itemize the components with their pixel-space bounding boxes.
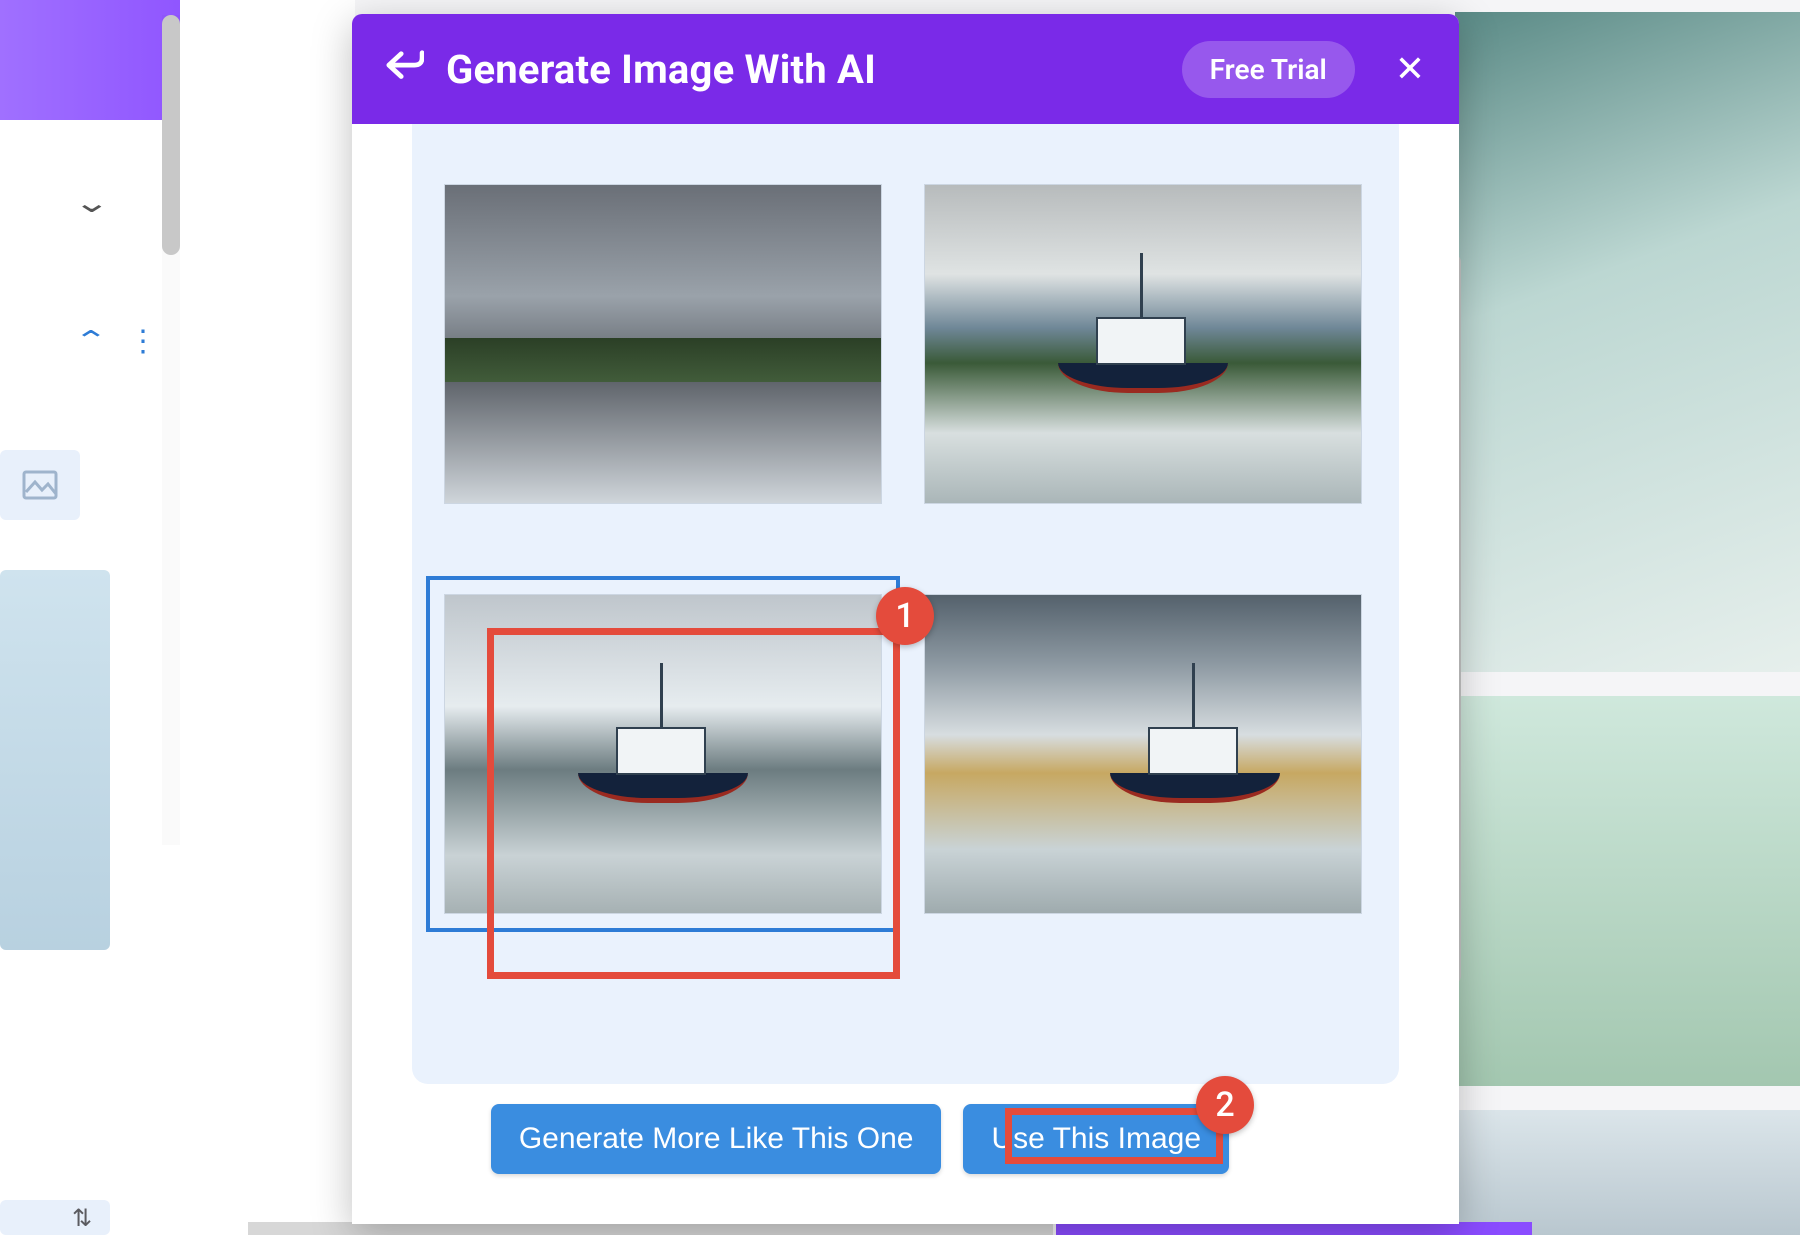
results-grid: [444, 184, 1367, 914]
generated-image-option[interactable]: [444, 184, 882, 504]
back-arrow-icon[interactable]: [386, 50, 424, 88]
sort-icon[interactable]: ⇅: [72, 1204, 92, 1232]
content-margin: [180, 0, 355, 1235]
modal-body: Generate More Like This One Use This Ima…: [412, 124, 1399, 1224]
generate-more-button[interactable]: Generate More Like This One: [491, 1104, 942, 1174]
sidebar-scroll-thumb[interactable]: [162, 15, 180, 255]
generated-image-option[interactable]: [924, 184, 1362, 504]
modal-header: Generate Image With AI Free Trial ✕: [352, 14, 1459, 124]
chevron-down-icon[interactable]: ⌄: [73, 186, 111, 219]
generated-image-option-selected[interactable]: [444, 594, 882, 914]
background-image: [1455, 12, 1800, 672]
more-vertical-icon[interactable]: ⋮: [128, 324, 156, 359]
background-image: [1455, 1110, 1800, 1235]
close-icon[interactable]: ✕: [1395, 51, 1425, 87]
annotation-step-badge: 1: [876, 587, 934, 645]
use-this-image-button[interactable]: Use This Image: [963, 1104, 1229, 1174]
annotation-step-badge: 2: [1196, 1076, 1254, 1134]
sidebar-control[interactable]: [0, 1200, 110, 1235]
modal-title: Generate Image With AI: [446, 46, 1160, 93]
image-placeholder-icon[interactable]: [0, 450, 80, 520]
generate-image-modal: Generate Image With AI Free Trial ✕: [352, 14, 1459, 1224]
generated-image-option[interactable]: [924, 594, 1362, 914]
free-trial-badge[interactable]: Free Trial: [1182, 41, 1355, 98]
sidebar-thumbnail[interactable]: [0, 570, 110, 950]
chevron-up-icon[interactable]: ⌃: [73, 326, 108, 356]
background-image: [1455, 696, 1800, 1086]
